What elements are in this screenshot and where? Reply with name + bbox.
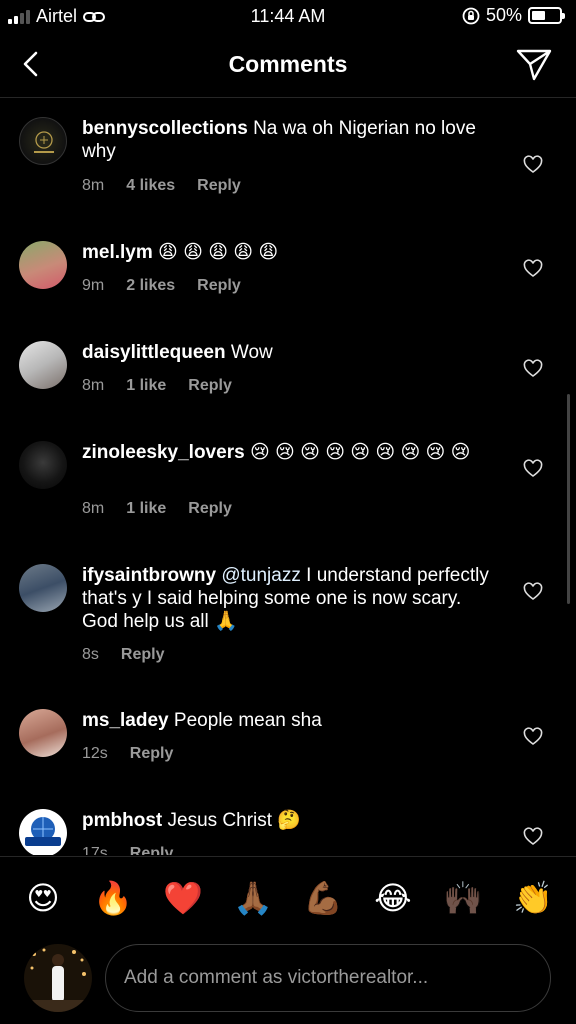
reaction-flexed-biceps[interactable]: 💪🏾	[301, 879, 345, 917]
comment-likes[interactable]: 1 like	[126, 377, 166, 395]
comment-meta: 17s Reply	[82, 845, 173, 855]
comment-text: 😢 😢 😢 😢 😢 😢 😢 😢 😢	[249, 442, 471, 463]
status-bar: Airtel 11:44 AM 50%	[0, 0, 576, 32]
like-heart-icon[interactable]	[523, 459, 543, 479]
like-heart-icon[interactable]	[523, 582, 543, 602]
comment-text: People mean sha	[173, 710, 322, 731]
battery-icon	[528, 7, 565, 24]
reply-button[interactable]: Reply	[121, 646, 165, 664]
comment-time: 12s	[82, 745, 108, 762]
direct-message-icon[interactable]	[514, 44, 554, 84]
comment-list[interactable]: bennyscollections Na wa oh Nigerian no l…	[0, 99, 576, 855]
current-user-avatar	[24, 944, 92, 1012]
comment-likes[interactable]: 4 likes	[126, 177, 175, 195]
reaction-tears-of-joy[interactable]: 😂	[371, 879, 415, 917]
like-heart-icon[interactable]	[523, 155, 543, 175]
reply-button[interactable]: Reply	[188, 377, 232, 395]
reply-button[interactable]: Reply	[130, 745, 174, 763]
avatar[interactable]	[19, 441, 67, 489]
comment-meta: 8m 4 likes Reply	[82, 177, 241, 195]
reaction-clapping[interactable]: 👏	[511, 879, 555, 917]
battery-percent: 50%	[485, 5, 522, 25]
comment-time: 8m	[82, 500, 105, 517]
comment-body: zinoleesky_lovers 😢 😢 😢 😢 😢 😢 😢 😢 😢	[82, 441, 492, 464]
avatar[interactable]	[19, 564, 67, 612]
comment-text: 😩 😩 😩 😩 😩	[158, 242, 279, 263]
user-photo	[24, 944, 92, 1012]
rotation-lock-icon	[462, 7, 480, 24]
header: Comments	[0, 32, 576, 98]
status-right: 50%	[462, 5, 565, 26]
globe-logo-icon	[25, 817, 61, 846]
reaction-red-heart[interactable]: ❤️	[161, 879, 205, 917]
comment-username[interactable]: zinoleesky_lovers	[82, 442, 245, 463]
scrollbar[interactable]	[567, 394, 570, 604]
comment-time: 17s	[82, 845, 108, 855]
comment-time: 8m	[82, 377, 105, 394]
comment-username[interactable]: bennyscollections	[82, 118, 248, 139]
reply-button[interactable]: Reply	[197, 277, 241, 295]
comment-text: Wow	[230, 342, 273, 363]
comment-username[interactable]: ms_ladey	[82, 710, 169, 731]
comment-meta: 12s Reply	[82, 745, 173, 763]
comment-username[interactable]: mel.lym	[82, 242, 153, 263]
comment-body: pmbhost Jesus Christ 🤔	[82, 809, 492, 832]
reply-button[interactable]: Reply	[130, 845, 174, 855]
reaction-raising-hands[interactable]: 🙌🏿	[441, 879, 485, 917]
comment-text: Jesus Christ 🤔	[167, 810, 301, 831]
comment-meta: 9m 2 likes Reply	[82, 277, 241, 295]
avatar[interactable]	[19, 241, 67, 289]
comment-likes[interactable]: 2 likes	[126, 277, 175, 295]
comment-meta: 8m 1 like Reply	[82, 377, 232, 395]
like-heart-icon[interactable]	[523, 827, 543, 847]
page-title: Comments	[228, 51, 348, 77]
avatar[interactable]	[19, 117, 67, 165]
comment-body: ifysaintbrowny @tunjazz I understand per…	[82, 564, 492, 633]
avatar[interactable]	[19, 709, 67, 757]
like-heart-icon[interactable]	[523, 259, 543, 279]
quick-reactions-bar: 😍 🔥 ❤️ 🙏🏾 💪🏾 😂 🙌🏿 👏	[0, 856, 576, 938]
like-heart-icon[interactable]	[523, 359, 543, 379]
avatar[interactable]	[19, 809, 67, 855]
reaction-praying-hands[interactable]: 🙏🏾	[231, 879, 275, 917]
reaction-fire[interactable]: 🔥	[91, 879, 135, 917]
avatar[interactable]	[19, 341, 67, 389]
comment-mention[interactable]: @tunjazz	[221, 565, 301, 586]
comment-time: 9m	[82, 277, 105, 294]
reply-button[interactable]: Reply	[188, 500, 232, 518]
comment-input[interactable]	[124, 963, 534, 993]
brand-logo-icon	[34, 131, 54, 153]
comment-body: daisylittlequeen Wow	[82, 341, 492, 364]
comment-time: 8s	[82, 646, 99, 663]
like-heart-icon[interactable]	[523, 727, 543, 747]
comment-body: mel.lym 😩 😩 😩 😩 😩	[82, 241, 492, 264]
comment-username[interactable]: ifysaintbrowny	[82, 565, 216, 586]
reply-button[interactable]: Reply	[197, 177, 241, 195]
comment-body: ms_ladey People mean sha	[82, 709, 492, 732]
comment-likes[interactable]: 1 like	[126, 500, 166, 518]
comment-body: bennyscollections Na wa oh Nigerian no l…	[82, 117, 492, 163]
comment-composer[interactable]	[105, 944, 551, 1012]
comment-meta: 8s Reply	[82, 646, 164, 664]
comment-time: 8m	[82, 177, 105, 194]
comment-meta: 8m 1 like Reply	[82, 500, 232, 518]
comment-username[interactable]: pmbhost	[82, 810, 162, 831]
reaction-heart-eyes[interactable]: 😍	[21, 879, 65, 917]
comment-username[interactable]: daisylittlequeen	[82, 342, 226, 363]
